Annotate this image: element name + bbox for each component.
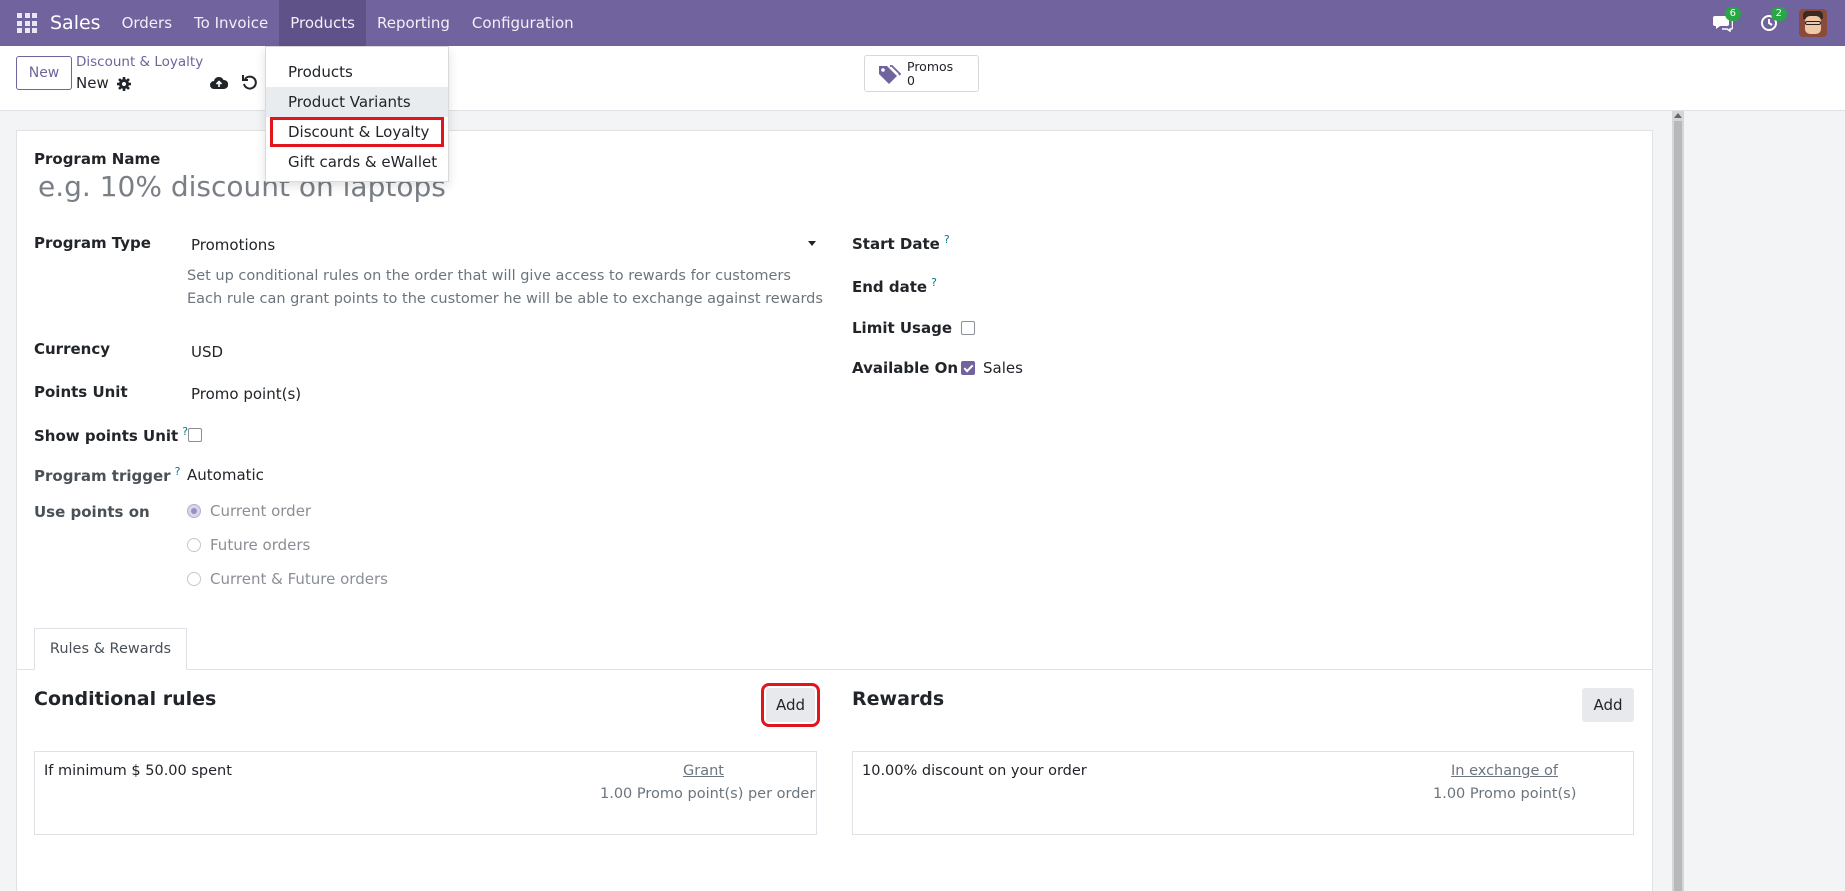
messages-button[interactable]: 6 xyxy=(1707,0,1741,46)
radio-current-order-label[interactable]: Current order xyxy=(210,502,311,520)
chevron-down-icon[interactable] xyxy=(808,241,816,246)
start-date-label: Start Date? xyxy=(852,233,950,253)
points-unit-label: Points Unit xyxy=(34,383,128,401)
menu-reporting[interactable]: Reporting xyxy=(366,0,461,46)
menu-orders[interactable]: Orders xyxy=(111,0,183,46)
rewards-title: Rewards xyxy=(852,688,945,710)
activities-button[interactable]: 2 xyxy=(1753,0,1787,46)
radio-current-order[interactable] xyxy=(187,504,201,518)
tab-rules-rewards[interactable]: Rules & Rewards xyxy=(34,628,187,670)
show-points-unit-text: Show points Unit xyxy=(34,427,179,445)
add-reward-button[interactable]: Add xyxy=(1582,688,1634,722)
radio-current-future-orders-label[interactable]: Current & Future orders xyxy=(210,570,388,588)
top-navbar: Sales Orders To Invoice Products Reporti… xyxy=(0,0,1845,46)
use-points-on-label: Use points on xyxy=(34,503,150,521)
currency-label: Currency xyxy=(34,340,111,358)
app-brand[interactable]: Sales xyxy=(50,12,101,34)
limit-usage-checkbox[interactable] xyxy=(961,321,975,335)
conditional-rules-title: Conditional rules xyxy=(34,688,217,710)
systray: 6 2 xyxy=(1707,0,1845,46)
scroll-up-arrow-icon[interactable] xyxy=(1674,113,1682,118)
gear-icon[interactable] xyxy=(116,76,132,92)
messages-badge: 6 xyxy=(1724,7,1741,21)
program-name-label: Program Name xyxy=(34,150,161,168)
end-date-text: End date xyxy=(852,278,928,296)
radio-current-future-orders[interactable] xyxy=(187,572,201,586)
show-points-unit-label: Show points Unit? xyxy=(34,425,188,445)
scrollbar-thumb[interactable] xyxy=(1674,121,1682,891)
limit-usage-label: Limit Usage xyxy=(852,319,953,337)
available-on-label: Available On xyxy=(852,359,959,377)
stat-label: Promos xyxy=(907,58,954,74)
available-on-sales-checkbox[interactable] xyxy=(961,361,975,375)
dropdown-item-discount-loyalty[interactable]: Discount & Loyalty xyxy=(270,117,444,147)
program-type-select[interactable]: Promotions xyxy=(191,236,275,254)
program-type-description-1: Set up conditional rules on the order th… xyxy=(187,268,791,284)
user-avatar[interactable] xyxy=(1799,9,1827,37)
breadcrumb-discount-loyalty[interactable]: Discount & Loyalty xyxy=(76,54,203,70)
record-name: New xyxy=(76,74,109,92)
grant-value: 1.00 Promo point(s) per order xyxy=(600,786,816,802)
program-trigger-label: Program trigger? xyxy=(34,465,180,485)
program-trigger-text: Program trigger xyxy=(34,467,171,485)
tabs-divider xyxy=(16,669,1653,670)
stat-value: 0 xyxy=(907,72,915,88)
in-exchange-of-label: In exchange of xyxy=(1451,763,1559,779)
dropdown-item-gift-cards-ewallet[interactable]: Gift cards & eWallet xyxy=(266,147,448,177)
products-dropdown-menu: Products Product Variants Discount & Loy… xyxy=(265,46,449,182)
menu-to-invoice[interactable]: To Invoice xyxy=(183,0,279,46)
program-type-label: Program Type xyxy=(34,234,151,252)
dropdown-item-product-variants[interactable]: Product Variants xyxy=(266,87,448,117)
add-rule-button[interactable]: Add xyxy=(761,683,820,727)
rule-card[interactable]: If minimum $ 50.00 spent Grant 1.00 Prom… xyxy=(34,751,817,835)
help-icon[interactable]: ? xyxy=(944,233,950,246)
program-type-description-2: Each rule can grant points to the custom… xyxy=(187,291,823,307)
end-date-label: End date? xyxy=(852,276,937,296)
cloud-upload-icon[interactable] xyxy=(210,75,228,91)
program-trigger-value: Automatic xyxy=(187,466,264,484)
tags-icon xyxy=(879,64,901,84)
reward-card[interactable]: 10.00% discount on your order In exchang… xyxy=(852,751,1634,835)
radio-future-orders-label[interactable]: Future orders xyxy=(210,536,310,554)
help-icon[interactable]: ? xyxy=(931,276,937,289)
help-icon[interactable]: ? xyxy=(175,465,181,478)
menu-configuration[interactable]: Configuration xyxy=(461,0,585,46)
rule-condition: If minimum $ 50.00 spent xyxy=(44,763,232,779)
available-on-sales-label[interactable]: Sales xyxy=(983,359,1023,377)
show-points-unit-checkbox[interactable] xyxy=(188,428,202,442)
menu-products[interactable]: Products xyxy=(279,0,366,46)
promos-stat-button[interactable]: Promos 0 xyxy=(864,55,979,92)
reward-description: 10.00% discount on your order xyxy=(862,763,1087,779)
points-unit-field[interactable]: Promo point(s) xyxy=(191,385,301,403)
exchange-value: 1.00 Promo point(s) xyxy=(1433,786,1577,802)
activities-badge: 2 xyxy=(1770,7,1787,21)
undo-icon[interactable] xyxy=(241,74,258,91)
app-menu-grid-icon[interactable] xyxy=(16,12,38,34)
dropdown-item-products[interactable]: Products xyxy=(266,57,448,87)
currency-field[interactable]: USD xyxy=(191,343,223,361)
grant-label: Grant xyxy=(683,763,724,779)
start-date-text: Start Date xyxy=(852,235,940,253)
radio-future-orders[interactable] xyxy=(187,538,201,552)
new-button[interactable]: New xyxy=(16,56,72,90)
